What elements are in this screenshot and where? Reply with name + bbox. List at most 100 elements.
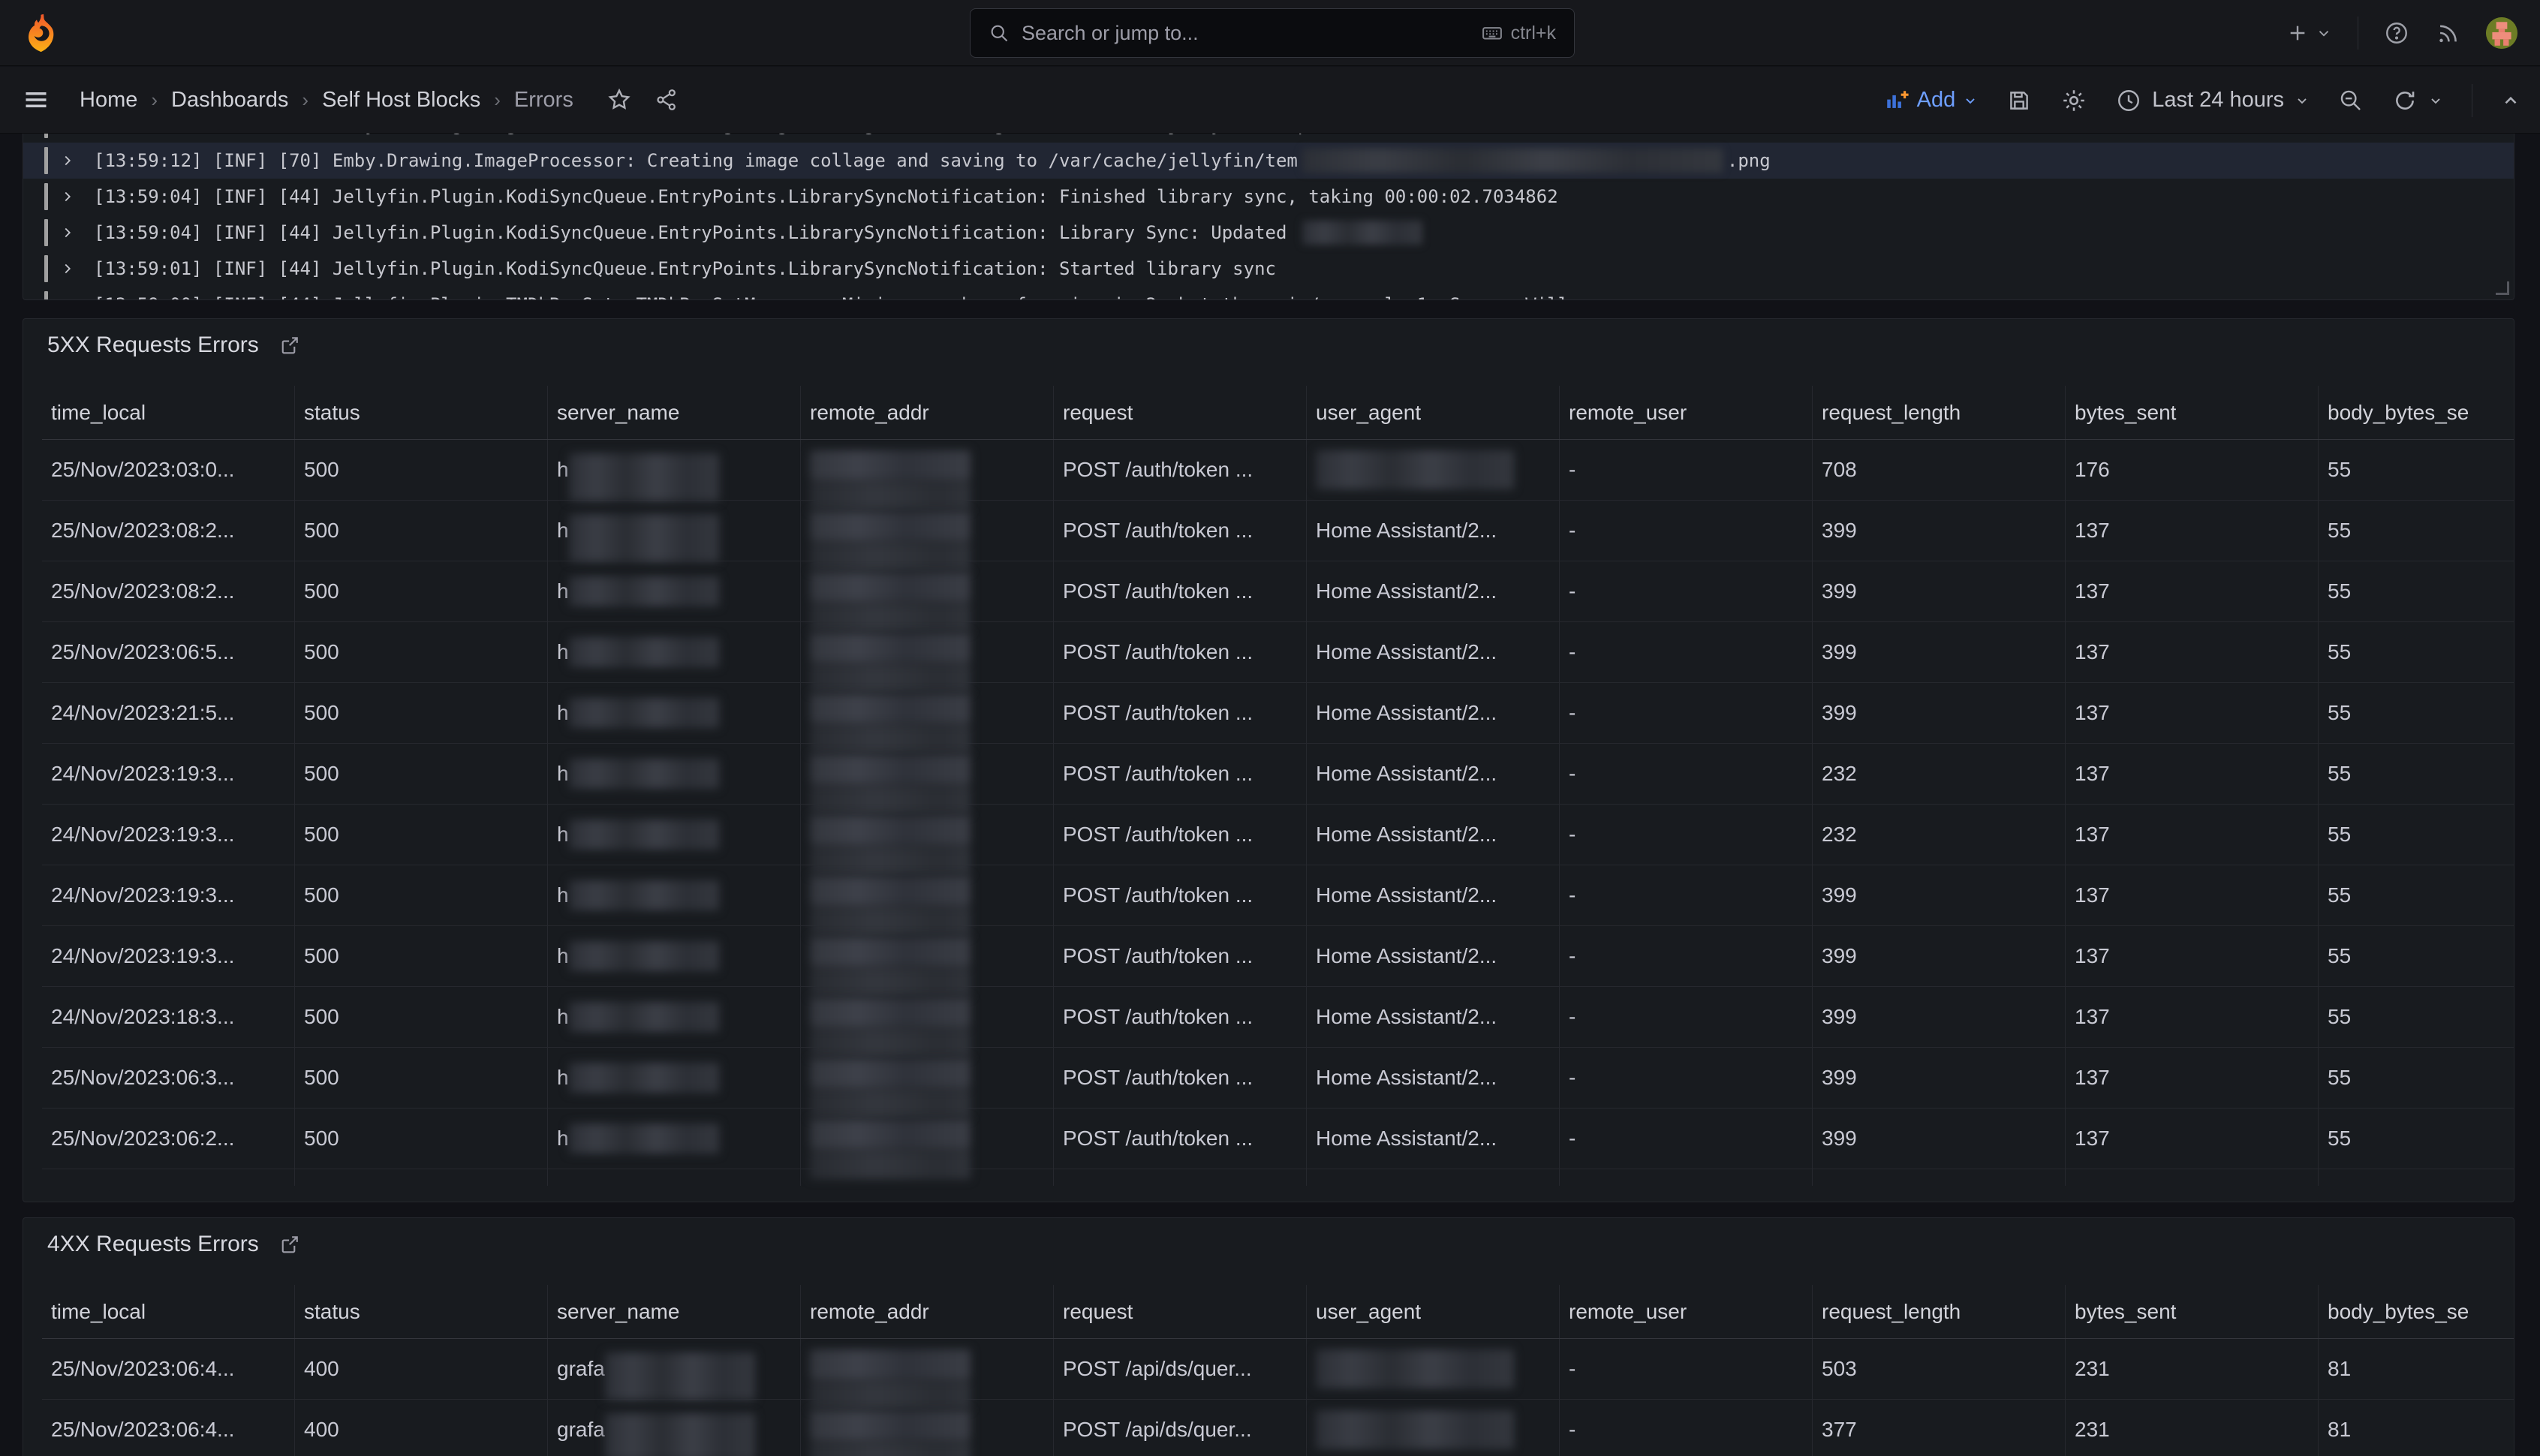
ghost-cell [1560, 1169, 1813, 1186]
cell-body_bytes_sent: 55 [2319, 744, 2514, 804]
column-header-bytes_sent[interactable]: bytes_sent [2066, 1285, 2319, 1338]
column-header-time_local[interactable]: time_local [42, 386, 295, 439]
column-header-body_bytes[interactable]: body_bytes_se [2319, 386, 2514, 439]
column-header-user_agent[interactable]: user_agent [1307, 386, 1560, 439]
breadcrumb-item[interactable]: Self Host Blocks [322, 88, 480, 113]
log-message: [13:59:01] [INF] [44] Jellyfin.Plugin.Ko… [94, 251, 1276, 287]
cell-user_agent: Home Assistant/2... [1307, 865, 1560, 925]
cell-request: POST /api/ds/quer... [1054, 1400, 1307, 1456]
cell-user_agent: Home Assistant/2... [1307, 805, 1560, 865]
panel-title[interactable]: 4XX Requests Errors [47, 1232, 259, 1257]
table-row: 25/Nov/2023:06:2...500hPOST /auth/token … [42, 1109, 2514, 1169]
external-link-icon[interactable] [278, 1233, 301, 1256]
column-header-request[interactable]: request [1054, 386, 1307, 439]
keyboard-icon [1481, 22, 1503, 44]
cell-body_bytes_sent: 55 [2319, 865, 2514, 925]
server-name-prefix: grafa [557, 1357, 605, 1381]
refresh-button[interactable] [2392, 88, 2443, 113]
cell-request_length: 232 [1813, 744, 2066, 804]
new-button[interactable] [2286, 21, 2332, 45]
news-button[interactable] [2435, 20, 2460, 46]
save-dashboard-button[interactable] [2006, 88, 2032, 113]
search-shortcut: ctrl+k [1511, 23, 1556, 44]
log-expand-chevron-icon[interactable] [59, 287, 76, 300]
chevron-down-icon [2316, 25, 2332, 41]
panel-title-bar[interactable]: 5XX Requests Errors [23, 319, 2514, 358]
cell-status: 500 [295, 622, 548, 682]
log-row[interactable]: [13:59:04] [INF] [44] Jellyfin.Plugin.Ko… [23, 215, 2514, 251]
log-row[interactable]: [13:59:04] [INF] [44] Jellyfin.Plugin.Ko… [23, 179, 2514, 215]
time-range-picker[interactable]: Last 24 hours [2116, 88, 2310, 113]
cell-server_name: h [548, 683, 801, 743]
avatar[interactable] [2486, 17, 2517, 49]
log-message: [13:59:00] [INF] [44] Jellyfin.Plugin.TM… [94, 287, 1580, 300]
column-header-request[interactable]: request [1054, 1285, 1307, 1338]
column-header-remote[interactable]: remote_addr [801, 1285, 1054, 1338]
add-button-label: Add [1917, 88, 1956, 113]
log-expand-chevron-icon[interactable] [59, 215, 76, 251]
help-button[interactable] [2384, 20, 2409, 46]
column-header-body_bytes[interactable]: body_bytes_se [2319, 1285, 2514, 1338]
help-icon [2384, 20, 2409, 46]
column-header-remote[interactable]: remote_addr [801, 386, 1054, 439]
share-button[interactable] [655, 88, 679, 112]
column-header-request_length[interactable]: request_length [1813, 1285, 2066, 1338]
column-header-status[interactable]: status [295, 1285, 548, 1338]
refresh-interval-chevron-icon[interactable] [2428, 93, 2443, 108]
breadcrumb-item[interactable]: Dashboards [171, 88, 288, 113]
cell-body_bytes_sent: 55 [2319, 440, 2514, 500]
cell-status: 500 [295, 1109, 548, 1169]
server-name-prefix: h [557, 640, 569, 664]
column-header-remote_user[interactable]: remote_user [1560, 386, 1813, 439]
column-header-time_local[interactable]: time_local [42, 1285, 295, 1338]
save-icon [2006, 88, 2032, 113]
log-row[interactable]: [13:59:00] [INF] [44] Jellyfin.Plugin.TM… [23, 287, 2514, 300]
column-header-server[interactable]: server_name [548, 1285, 801, 1338]
menu-button[interactable] [23, 86, 50, 113]
cell-remote_user: - [1560, 926, 1813, 986]
cell-remote_addr [801, 926, 1054, 986]
cell-remote_user: - [1560, 987, 1813, 1047]
column-header-bytes_sent[interactable]: bytes_sent [2066, 386, 2319, 439]
table-row: 25/Nov/2023:06:3...500hPOST /auth/token … [42, 1048, 2514, 1109]
log-row[interactable]: [13:59:12] [INF] [70] Emby.Drawing.Image… [23, 143, 2514, 179]
cell-bytes_sent: 137 [2066, 1109, 2319, 1169]
grafana-logo-icon[interactable] [24, 14, 59, 53]
ghost-cell [1054, 1169, 1307, 1186]
cell-server_name: h [548, 1048, 801, 1108]
zoom-out-button[interactable] [2338, 88, 2364, 113]
column-header-request_length[interactable]: request_length [1813, 386, 2066, 439]
column-header-status[interactable]: status [295, 386, 548, 439]
dashboard-settings-button[interactable] [2060, 87, 2087, 114]
log-row[interactable]: [13:59:13] [INF] [70] Emby.Drawing.Image… [23, 134, 2514, 143]
cell-server_name: h [548, 926, 801, 986]
cell-body_bytes_sent: 55 [2319, 683, 2514, 743]
column-header-remote_user[interactable]: remote_user [1560, 1285, 1813, 1338]
cell-server_name: grafa [548, 1339, 801, 1399]
column-header-user_agent[interactable]: user_agent [1307, 1285, 1560, 1338]
log-expand-chevron-icon[interactable] [59, 179, 76, 215]
cell-server_name: h [548, 440, 801, 500]
cell-request: POST /auth/token ... [1054, 805, 1307, 865]
log-expand-chevron-icon[interactable] [59, 251, 76, 287]
log-row[interactable]: [13:59:01] [INF] [44] Jellyfin.Plugin.Ko… [23, 251, 2514, 287]
breadcrumb-item[interactable]: Home [80, 88, 137, 113]
log-expand-chevron-icon[interactable] [59, 134, 76, 143]
cell-request_length: 399 [1813, 501, 2066, 561]
panel-title[interactable]: 5XX Requests Errors [47, 332, 259, 358]
column-header-server[interactable]: server_name [548, 386, 801, 439]
logs-panel: [13:59:13] [INF] [70] Emby.Drawing.Image… [23, 134, 2514, 300]
ghost-cell [42, 1169, 295, 1186]
external-link-icon[interactable] [278, 334, 301, 356]
search-input[interactable]: Search or jump to... ctrl+k [970, 8, 1575, 58]
cell-remote_addr [801, 561, 1054, 621]
panel-title-bar[interactable]: 4XX Requests Errors [23, 1218, 2514, 1257]
add-button[interactable]: Add [1884, 88, 1979, 113]
collapse-toolbar-button[interactable] [2501, 91, 2520, 110]
cell-body_bytes_sent: 55 [2319, 805, 2514, 865]
panel-5xx-requests-errors: 5XX Requests Errors time_localstatusserv… [23, 318, 2514, 1202]
redacted-server-name [569, 941, 719, 971]
favorite-button[interactable] [606, 87, 632, 113]
log-expand-chevron-icon[interactable] [59, 143, 76, 179]
panel-resize-handle[interactable] [2496, 281, 2509, 295]
